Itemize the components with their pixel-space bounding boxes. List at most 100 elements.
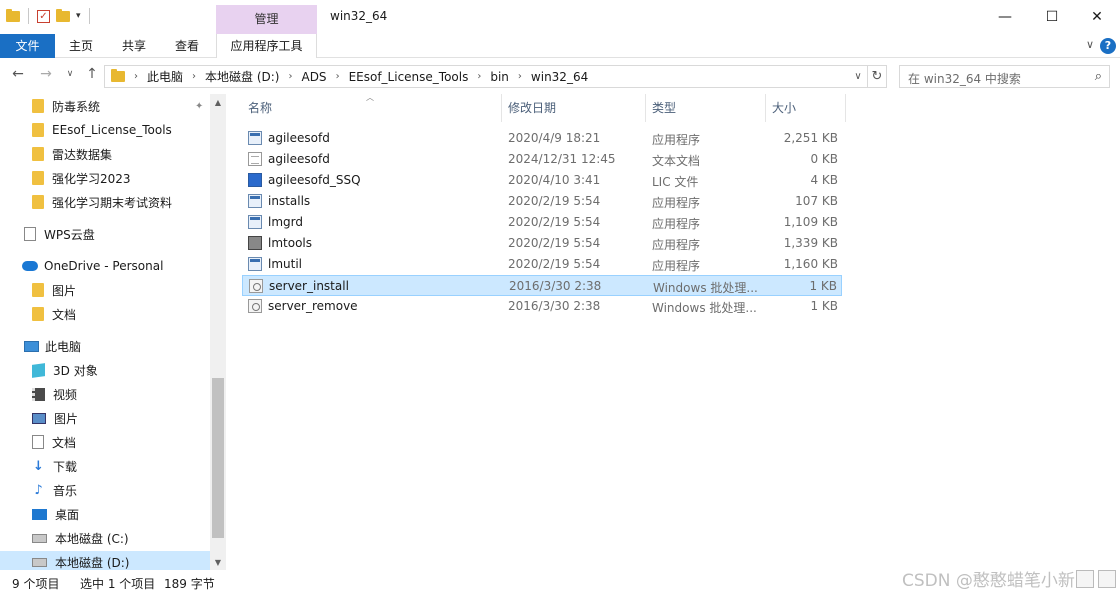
new-folder-icon[interactable] — [56, 8, 70, 22]
nav-item-videos[interactable]: 视频 — [0, 383, 210, 405]
nav-item-quick-access[interactable]: 防毒系统 ✦ — [0, 95, 210, 117]
ribbon-tabs: 文件 主页 共享 查看 应用程序工具 ∨ ? — [0, 34, 1120, 58]
selected-count: 选中 1 个项目 — [80, 577, 156, 591]
application-icon — [248, 215, 262, 229]
refresh-icon[interactable]: ↻ — [868, 65, 887, 88]
forward-icon[interactable]: → — [36, 66, 56, 82]
file-row[interactable]: agileesofd_SSQ 2020/4/10 3:41 LIC 文件 4 K… — [242, 170, 842, 191]
pin-icon[interactable]: ✦ — [195, 101, 203, 112]
maximize-button[interactable]: ☐ — [1029, 0, 1075, 34]
tab-share[interactable]: 共享 — [111, 34, 157, 58]
search-icon[interactable]: ⌕ — [1095, 69, 1102, 84]
address-bar[interactable]: › 此电脑 › 本地磁盘 (D:) › ADS › EEsof_License_… — [104, 65, 868, 88]
customize-toolbar-icon[interactable]: ▾ — [76, 11, 81, 21]
file-name-cell: lmgrd — [248, 215, 303, 229]
nav-item-drive-c[interactable]: 本地磁盘 (C:) — [0, 527, 210, 549]
nav-item-pictures[interactable]: 图片 — [0, 407, 210, 429]
file-type: 应用程序 — [652, 196, 701, 210]
scroll-down-icon[interactable]: ▼ — [210, 558, 226, 567]
file-row[interactable]: agileesofd 2024/12/31 12:45 文本文档 0 KB — [242, 149, 842, 170]
nav-item-documents[interactable]: 文档 — [0, 431, 210, 453]
file-row[interactable]: lmutil 2020/2/19 5:54 应用程序 1,160 KB — [242, 254, 842, 275]
item-count: 9 个项目 — [12, 577, 60, 591]
nav-item-quick-access[interactable]: EEsof_License_Tools — [0, 119, 210, 141]
nav-item-quick-access[interactable]: 强化学习期末考试资料 — [0, 191, 210, 213]
details-view-icon[interactable] — [1076, 570, 1094, 588]
tab-file[interactable]: 文件 — [0, 34, 55, 58]
nav-item-label: 图片 — [52, 283, 77, 298]
recent-locations-icon[interactable]: ∨ — [60, 69, 80, 79]
file-size: 1,160 KB — [783, 257, 838, 271]
nav-item-music[interactable]: ♪ 音乐 — [0, 479, 210, 501]
chevron-right-icon[interactable]: › — [513, 71, 527, 82]
nav-pane-scrollbar[interactable]: ▲ ▼ — [210, 94, 226, 570]
nav-item-3d-objects[interactable]: 3D 对象 — [0, 359, 210, 381]
address-dropdown-icon[interactable]: ∨ — [849, 66, 867, 87]
chevron-right-icon[interactable]: › — [129, 71, 143, 82]
tab-view[interactable]: 查看 — [164, 34, 210, 58]
file-type: Windows 批处理... — [653, 281, 758, 295]
breadcrumb-eesof[interactable]: EEsof_License_Tools — [345, 70, 473, 84]
tab-home[interactable]: 主页 — [58, 34, 104, 58]
search-input[interactable]: 在 win32_64 中搜索 — [908, 70, 1021, 87]
nav-item-quick-access[interactable]: 强化学习2023 — [0, 167, 210, 189]
tab-manage[interactable]: 管理 — [216, 5, 317, 34]
nav-item-onedrive-pictures[interactable]: 图片 — [0, 279, 210, 301]
divider — [88, 8, 90, 24]
properties-icon[interactable]: ✓ — [37, 9, 50, 23]
file-type: 应用程序 — [652, 133, 701, 147]
nav-item-label: 强化学习期末考试资料 — [52, 195, 173, 210]
column-header-date[interactable]: 修改日期 — [502, 94, 646, 122]
nav-item-label: 文档 — [52, 307, 77, 322]
breadcrumb-bin[interactable]: bin — [486, 70, 513, 84]
nav-item-onedrive[interactable]: OneDrive - Personal — [0, 255, 210, 277]
nav-item-desktop[interactable]: 桌面 — [0, 503, 210, 525]
expand-ribbon-icon[interactable]: ∨ — [1086, 38, 1094, 51]
file-name: server_install — [269, 279, 349, 293]
nav-item-label: 3D 对象 — [53, 363, 98, 378]
file-row[interactable]: server_remove 2016/3/30 2:38 Windows 批处理… — [242, 296, 842, 317]
folder-icon — [32, 99, 44, 113]
close-button[interactable]: ✕ — [1074, 0, 1120, 34]
column-header-size[interactable]: 大小 — [766, 94, 846, 122]
folder-icon[interactable] — [6, 8, 20, 22]
chevron-right-icon[interactable]: › — [187, 71, 201, 82]
help-icon[interactable]: ? — [1100, 38, 1116, 54]
onedrive-icon — [22, 261, 38, 271]
file-name: lmgrd — [268, 215, 303, 229]
file-size: 1,339 KB — [783, 236, 838, 250]
large-icons-view-icon[interactable] — [1098, 570, 1116, 588]
breadcrumb-drive-d[interactable]: 本地磁盘 (D:) — [201, 68, 283, 85]
window-title: win32_64 — [330, 9, 388, 23]
scroll-up-icon[interactable]: ▲ — [210, 98, 226, 107]
license-file-icon — [248, 173, 262, 187]
breadcrumb-this-pc[interactable]: 此电脑 — [143, 68, 187, 85]
nav-item-wps[interactable]: WPS云盘 — [0, 223, 210, 245]
nav-item-onedrive-documents[interactable]: 文档 — [0, 303, 210, 325]
breadcrumb-win32-64[interactable]: win32_64 — [527, 70, 592, 84]
file-row[interactable]: installs 2020/2/19 5:54 应用程序 107 KB — [242, 191, 842, 212]
nav-item-label: 桌面 — [55, 507, 80, 522]
minimize-button[interactable]: — — [982, 0, 1028, 34]
file-row[interactable]: lmgrd 2020/2/19 5:54 应用程序 1,109 KB — [242, 212, 842, 233]
search-box[interactable]: 在 win32_64 中搜索 ⌕ — [899, 65, 1110, 88]
tab-application-tools[interactable]: 应用程序工具 — [216, 34, 317, 58]
up-icon[interactable]: ↑ — [82, 66, 102, 82]
file-row-selected[interactable]: server_install 2016/3/30 2:38 Windows 批处… — [242, 275, 842, 296]
navigation-pane: 防毒系统 ✦ EEsof_License_Tools 雷达数据集 强化学习202… — [0, 94, 226, 573]
file-row[interactable]: lmtools 2020/2/19 5:54 应用程序 1,339 KB — [242, 233, 842, 254]
scrollbar-thumb[interactable] — [212, 378, 224, 538]
nav-item-downloads[interactable]: ↓ 下载 — [0, 455, 210, 477]
music-icon: ♪ — [34, 482, 43, 498]
back-icon[interactable]: ← — [8, 66, 28, 82]
file-name: installs — [268, 194, 311, 208]
column-header-type[interactable]: 类型 — [646, 94, 766, 122]
nav-item-this-pc[interactable]: 此电脑 — [0, 335, 210, 357]
file-row[interactable]: agileesofd 2020/4/9 18:21 应用程序 2,251 KB — [242, 128, 842, 149]
breadcrumb-ads[interactable]: ADS — [297, 70, 330, 84]
chevron-right-icon[interactable]: › — [331, 71, 345, 82]
chevron-right-icon[interactable]: › — [472, 71, 486, 82]
nav-item-quick-access[interactable]: 雷达数据集 — [0, 143, 210, 165]
column-header-name[interactable]: 名称 — [242, 94, 502, 122]
chevron-right-icon[interactable]: › — [283, 71, 297, 82]
